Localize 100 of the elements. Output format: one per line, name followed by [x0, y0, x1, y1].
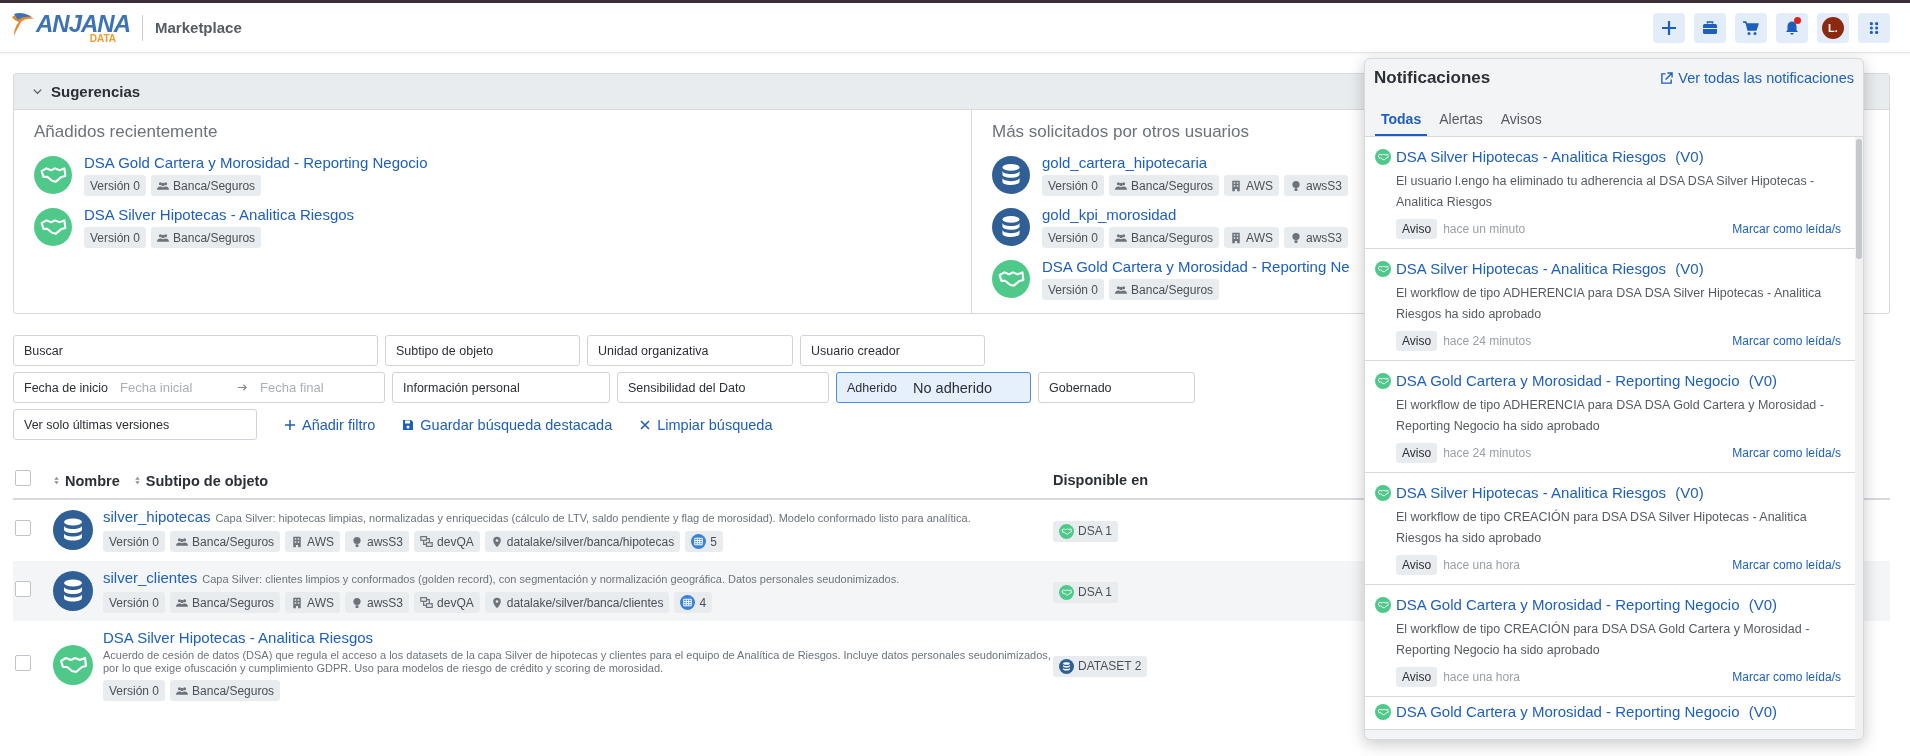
- filter-button[interactable]: Información personal: [392, 372, 610, 403]
- logo-subtext: DATA: [89, 33, 116, 44]
- type-badge: Aviso: [1396, 443, 1438, 463]
- section-heading: Añadidos recientemente: [34, 122, 218, 142]
- filter-button[interactable]: Unidad organizativa: [587, 335, 793, 366]
- notification-link[interactable]: DSA Gold Cartera y Morosidad - Reporting Negocio (V0): [1375, 703, 1777, 720]
- briefcase-button[interactable]: [1694, 12, 1726, 43]
- version-tag: Versión 0: [103, 531, 166, 552]
- add-button[interactable]: [1653, 12, 1685, 43]
- handshake-icon: [1375, 372, 1391, 389]
- cart-button[interactable]: [1735, 12, 1767, 43]
- notification-link[interactable]: DSA Silver Hipotecas - Analitica Riesgos (V0): [1375, 148, 1704, 165]
- item-description: Capa Silver: clientes limpios y conformados (golden record), con segmentación y normalización geográfica. Datos personales seudonimizados.: [202, 573, 900, 585]
- filter-button[interactable]: Sensibilidad del Dato: [617, 372, 829, 403]
- tag-text: awsS3: [1306, 178, 1343, 193]
- tag-text: Banca/Seguros: [192, 595, 275, 610]
- mark-read-link[interactable]: Marcar como leída/s: [1732, 558, 1841, 572]
- filter-button[interactable]: Adherido No adherido: [836, 372, 1031, 403]
- save-search-link[interactable]: Guardar búsqueda destacada: [402, 416, 613, 433]
- notification-link[interactable]: DSA Silver Hipotecas - Analitica Riesgos (V0): [1375, 260, 1704, 277]
- bell-icon: [1784, 19, 1800, 36]
- mark-read-link[interactable]: Marcar como leída/s: [1732, 222, 1841, 236]
- section-title: Marketplace: [155, 19, 242, 36]
- mark-read-link[interactable]: Marcar como leída/s: [1732, 334, 1841, 348]
- tag-text: AWS: [1246, 178, 1273, 193]
- tag-text: AWS: [1246, 230, 1273, 245]
- tag-text: devQA: [437, 595, 474, 610]
- tag-text: awsS3: [367, 534, 404, 549]
- sort-icon: [53, 476, 60, 485]
- building-icon: [1230, 179, 1243, 192]
- briefcase-icon: [1702, 19, 1718, 36]
- mark-read-link[interactable]: Marcar como leída/s: [1732, 446, 1841, 460]
- search-field[interactable]: Buscar: [13, 335, 378, 366]
- grid-icon: [1867, 20, 1881, 35]
- bulb-icon: [351, 535, 363, 548]
- notification-text: El workflow de tipo ADHERENCIA para DSA DSA Silver Hipotecas - Analitica Riesgos ha sido aprobado: [1395, 285, 1823, 323]
- tag-text: DATASET 2: [1078, 659, 1142, 673]
- item-link[interactable]: silver_hipotecas: [103, 508, 211, 525]
- handshake-icon: [1375, 148, 1391, 165]
- item-link[interactable]: DSA Silver Hipotecas - Analitica Riesgos: [103, 629, 1048, 646]
- users-icon: [1115, 231, 1128, 244]
- checkbox[interactable]: [15, 655, 31, 671]
- clear-search-link[interactable]: Limpiar búsqueda: [639, 416, 773, 433]
- version-tag: Versión 0: [1042, 227, 1105, 248]
- checkbox[interactable]: [15, 470, 31, 486]
- time-text: hace 24 minutos: [1443, 446, 1533, 460]
- tag-text: awsS3: [1306, 230, 1343, 245]
- tag-text: Banca/Seguros: [1131, 230, 1214, 245]
- notification-link[interactable]: DSA Gold Cartera y Morosidad - Reporting Negocio (V0): [1375, 596, 1777, 613]
- item-link[interactable]: gold_cartera_hipotecaria: [1042, 154, 1349, 171]
- add-filter-link[interactable]: Añadir filtro: [284, 416, 376, 433]
- building-icon: [291, 535, 304, 548]
- tag-text: awsS3: [367, 595, 404, 610]
- handshake-icon: [34, 156, 72, 194]
- type-badge: Aviso: [1396, 667, 1438, 687]
- column-header[interactable]: Nombre: [53, 472, 120, 489]
- handshake-icon: [1375, 596, 1391, 613]
- tag-text: AWS: [307, 534, 334, 549]
- filter-button[interactable]: Ver solo últimas versiones: [13, 409, 257, 440]
- tag-text: DSA 1: [1078, 524, 1113, 538]
- notification-link[interactable]: DSA Silver Hipotecas - Analitica Riesgos (V0): [1375, 484, 1704, 501]
- handshake-icon: [1375, 703, 1391, 720]
- notifications-button[interactable]: [1776, 12, 1808, 43]
- section-heading: Más solicitados por otros usuarios: [992, 122, 1249, 142]
- apps-button[interactable]: [1858, 12, 1890, 43]
- handshake-icon: [53, 645, 93, 685]
- handshake-icon: [992, 260, 1030, 298]
- item-link[interactable]: silver_clientes: [103, 569, 198, 586]
- users-icon: [176, 535, 189, 548]
- arrow-right-icon: [237, 382, 249, 393]
- tag-text: Banca/Seguros: [192, 683, 275, 698]
- version-tag: Versión 0: [84, 227, 147, 248]
- time-text: hace un minuto: [1443, 222, 1527, 236]
- save-icon: [402, 418, 415, 431]
- mark-read-link[interactable]: Marcar como leída/s: [1732, 670, 1841, 684]
- plus-icon: [1661, 19, 1677, 36]
- column-header[interactable]: Subtipo de objeto: [133, 472, 269, 489]
- item-link[interactable]: DSA Silver Hipotecas - Analitica Riesgos: [84, 206, 355, 223]
- network-icon: [420, 535, 434, 548]
- checkbox[interactable]: [15, 581, 31, 597]
- filter-button[interactable]: Gobernado: [1038, 372, 1195, 403]
- filter-button[interactable]: Subtipo de objeto: [385, 335, 580, 366]
- item-link[interactable]: DSA Gold Cartera y Morosidad - Reporting Negocio: [84, 154, 428, 171]
- tag-text: DSA 1: [1078, 585, 1113, 599]
- checkbox[interactable]: [15, 520, 31, 536]
- notification-text: El workflow de tipo CREACIÓN para DSA DSA Silver Hipotecas - Analitica Riesgos ha sido aprobado: [1395, 508, 1808, 547]
- version-tag: Versión 0: [103, 680, 166, 701]
- item-link[interactable]: DSA Gold Cartera y Morosidad - Reporting Ne: [1042, 258, 1350, 275]
- tag-text: Banca/Seguros: [1131, 178, 1214, 193]
- filter-button[interactable]: Usuario creador: [800, 335, 985, 366]
- pin-icon: [490, 535, 503, 548]
- cart-icon: [1743, 19, 1759, 36]
- users-icon: [157, 231, 170, 244]
- notification-link[interactable]: DSA Gold Cartera y Morosidad - Reporting Negocio (V0): [1375, 372, 1777, 389]
- version-tag: Versión 0: [84, 175, 147, 196]
- tag-text: AWS: [307, 595, 334, 610]
- chevron-down-icon: [32, 86, 43, 97]
- item-link[interactable]: gold_kpi_morosidad: [1042, 206, 1349, 223]
- item-description: Acuerdo de cesión de datos (DSA) que regula el acceso a los datasets de la capa Silver de hipotecas y clientes para el equipo de Analítica de Riesgos. Incluye datos personales seudonimizados, por lo que exige ofuscación y cumplimiento GDPR. Uso para modelos de riesgo de crédito y scoring de morosidad.: [103, 649, 1052, 675]
- tag-text: Banca/Seguros: [173, 178, 256, 193]
